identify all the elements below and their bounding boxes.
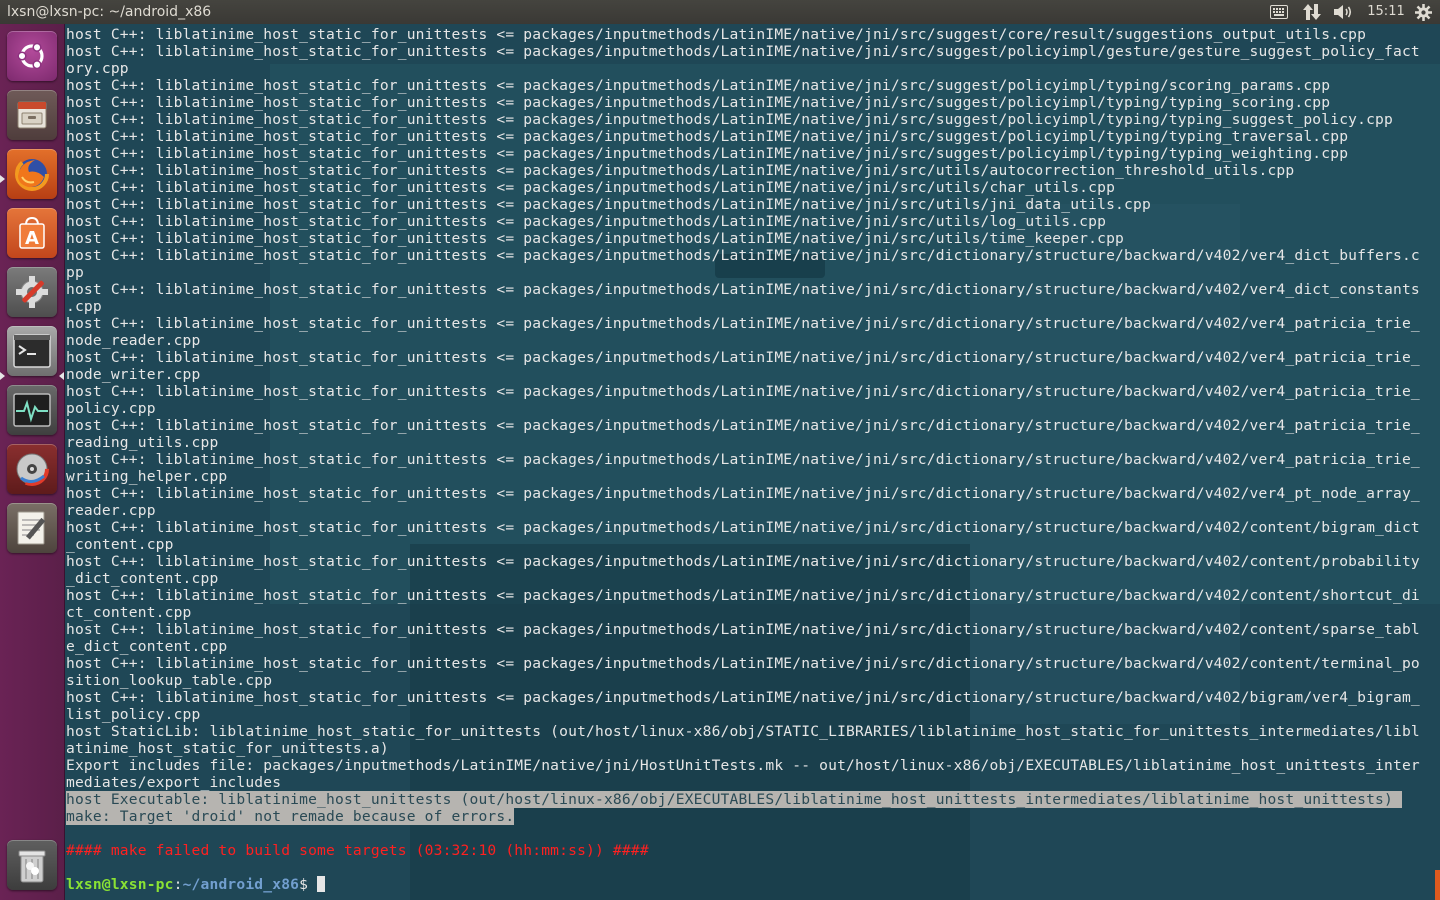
terminal-prompt-icon[interactable]	[7, 326, 57, 376]
ubuntu-logo-icon[interactable]	[7, 31, 57, 81]
terminal-line: host C++: liblatinime_host_static_for_un…	[66, 485, 1420, 502]
terminal-line: host C++: liblatinime_host_static_for_un…	[66, 689, 1420, 706]
terminal-line: sition_lookup_table.cpp	[66, 672, 273, 689]
terminal-line: ct_content.cpp	[66, 604, 192, 621]
terminal-line: host C++: liblatinime_host_static_for_un…	[66, 247, 1420, 264]
terminal-line: policy.cpp	[66, 400, 156, 417]
terminal-line: atinime_host_static_for_unittests.a)	[66, 740, 389, 757]
notepad-pencil-icon[interactable]	[7, 503, 57, 553]
terminal-line: host C++: liblatinime_host_static_for_un…	[66, 26, 1367, 43]
terminal-line: writing_helper.cpp	[66, 468, 228, 485]
firefox-icon[interactable]	[7, 149, 57, 199]
terminal-line: host C++: liblatinime_host_static_for_un…	[66, 315, 1420, 332]
build-error-message: #### make failed to build some targets (…	[66, 842, 649, 859]
window-title: lxsn@lxsn-pc: ~/android_x86	[7, 4, 212, 20]
prompt-user-host: lxsn@lxsn-pc	[66, 876, 174, 893]
terminal-line: Export includes file: packages/inputmeth…	[66, 757, 1420, 774]
terminal-line: host C++: liblatinime_host_static_for_un…	[66, 179, 1116, 196]
terminal-line: host C++: liblatinime_host_static_for_un…	[66, 111, 1393, 128]
heartbeat-icon[interactable]	[7, 385, 57, 435]
prompt-path: ~/android_x86	[182, 876, 300, 893]
terminal-line: pp	[66, 264, 84, 281]
terminal-line: host C++: liblatinime_host_static_for_un…	[66, 349, 1420, 366]
terminal-line: host C++: liblatinime_host_static_for_un…	[66, 128, 1349, 145]
terminal-line: host C++: liblatinime_host_static_for_un…	[66, 655, 1420, 672]
terminal-line: host C++: liblatinime_host_static_for_un…	[66, 417, 1420, 434]
terminal-line: host C++: liblatinime_host_static_for_un…	[66, 77, 1331, 94]
clock[interactable]: 15:11	[1366, 0, 1406, 24]
keyboard-icon[interactable]	[1268, 0, 1290, 24]
terminal-line: host C++: liblatinime_host_static_for_un…	[66, 553, 1420, 570]
terminal-line: _dict_content.cpp	[66, 570, 219, 587]
top-panel: lxsn@lxsn-pc: ~/android_x86 15:11	[0, 0, 1440, 24]
volume-icon[interactable]	[1333, 0, 1355, 24]
terminal-line: e_dict_content.cpp	[66, 638, 228, 655]
terminal-line: node_writer.cpp	[66, 366, 201, 383]
terminal-line: node_reader.cpp	[66, 332, 201, 349]
window-edge-accent	[1435, 870, 1440, 900]
terminal-output: host C++: liblatinime_host_static_for_un…	[66, 26, 1436, 893]
shopping-bag-icon[interactable]: A	[7, 208, 57, 258]
terminal-line: host C++: liblatinime_host_static_for_un…	[66, 162, 1295, 179]
terminal-line: host C++: liblatinime_host_static_for_un…	[66, 196, 1151, 213]
trash-icon[interactable]	[7, 840, 57, 890]
selected-text: host Executable: liblatinime_host_unitte…	[66, 791, 1402, 808]
terminal-line: .cpp	[66, 298, 102, 315]
terminal-line: list_policy.cpp	[66, 706, 201, 723]
prompt-separator: :	[173, 876, 183, 893]
terminal-line: mediates/export_includes	[66, 774, 282, 791]
prompt-symbol: $	[299, 876, 318, 893]
terminal-line: reader.cpp	[66, 502, 156, 519]
wrench-gear-icon[interactable]	[7, 267, 57, 317]
terminal-window[interactable]: host C++: liblatinime_host_static_for_un…	[65, 24, 1440, 900]
text-cursor	[317, 876, 326, 892]
disc-icon[interactable]	[7, 444, 57, 494]
terminal-line: host C++: liblatinime_host_static_for_un…	[66, 145, 1349, 162]
terminal-line: host C++: liblatinime_host_static_for_un…	[66, 451, 1420, 468]
svg-text:A: A	[25, 228, 39, 249]
terminal-line: ory.cpp	[66, 60, 129, 77]
terminal-line: host C++: liblatinime_host_static_for_un…	[66, 281, 1420, 298]
terminal-line: host StaticLib: liblatinime_host_static_…	[66, 723, 1420, 740]
terminal-line: host C++: liblatinime_host_static_for_un…	[66, 94, 1331, 111]
terminal-line: host C++: liblatinime_host_static_for_un…	[66, 213, 1107, 230]
gear-icon[interactable]	[1412, 0, 1434, 24]
terminal-line: host C++: liblatinime_host_static_for_un…	[66, 587, 1420, 604]
terminal-line: host C++: liblatinime_host_static_for_un…	[66, 621, 1420, 638]
terminal-line-selected: make: Target 'droid' not remade because …	[66, 808, 1436, 825]
shell-prompt[interactable]: lxsn@lxsn-pc:~/android_x86$	[66, 876, 1436, 893]
terminal-line: host C++: liblatinime_host_static_for_un…	[66, 43, 1420, 60]
selected-text: make: Target 'droid' not remade because …	[66, 808, 515, 825]
file-cabinet-icon[interactable]	[7, 90, 57, 140]
terminal-line: _content.cpp	[66, 536, 174, 553]
terminal-line-selected: host Executable: liblatinime_host_unitte…	[66, 791, 1436, 808]
terminal-line: host C++: liblatinime_host_static_for_un…	[66, 230, 1125, 247]
terminal-line: host C++: liblatinime_host_static_for_un…	[66, 519, 1420, 536]
launcher: A	[0, 24, 65, 900]
terminal-line: host C++: liblatinime_host_static_for_un…	[66, 383, 1420, 400]
terminal-line: reading_utils.cpp	[66, 434, 219, 451]
network-updown-icon[interactable]	[1301, 0, 1323, 24]
